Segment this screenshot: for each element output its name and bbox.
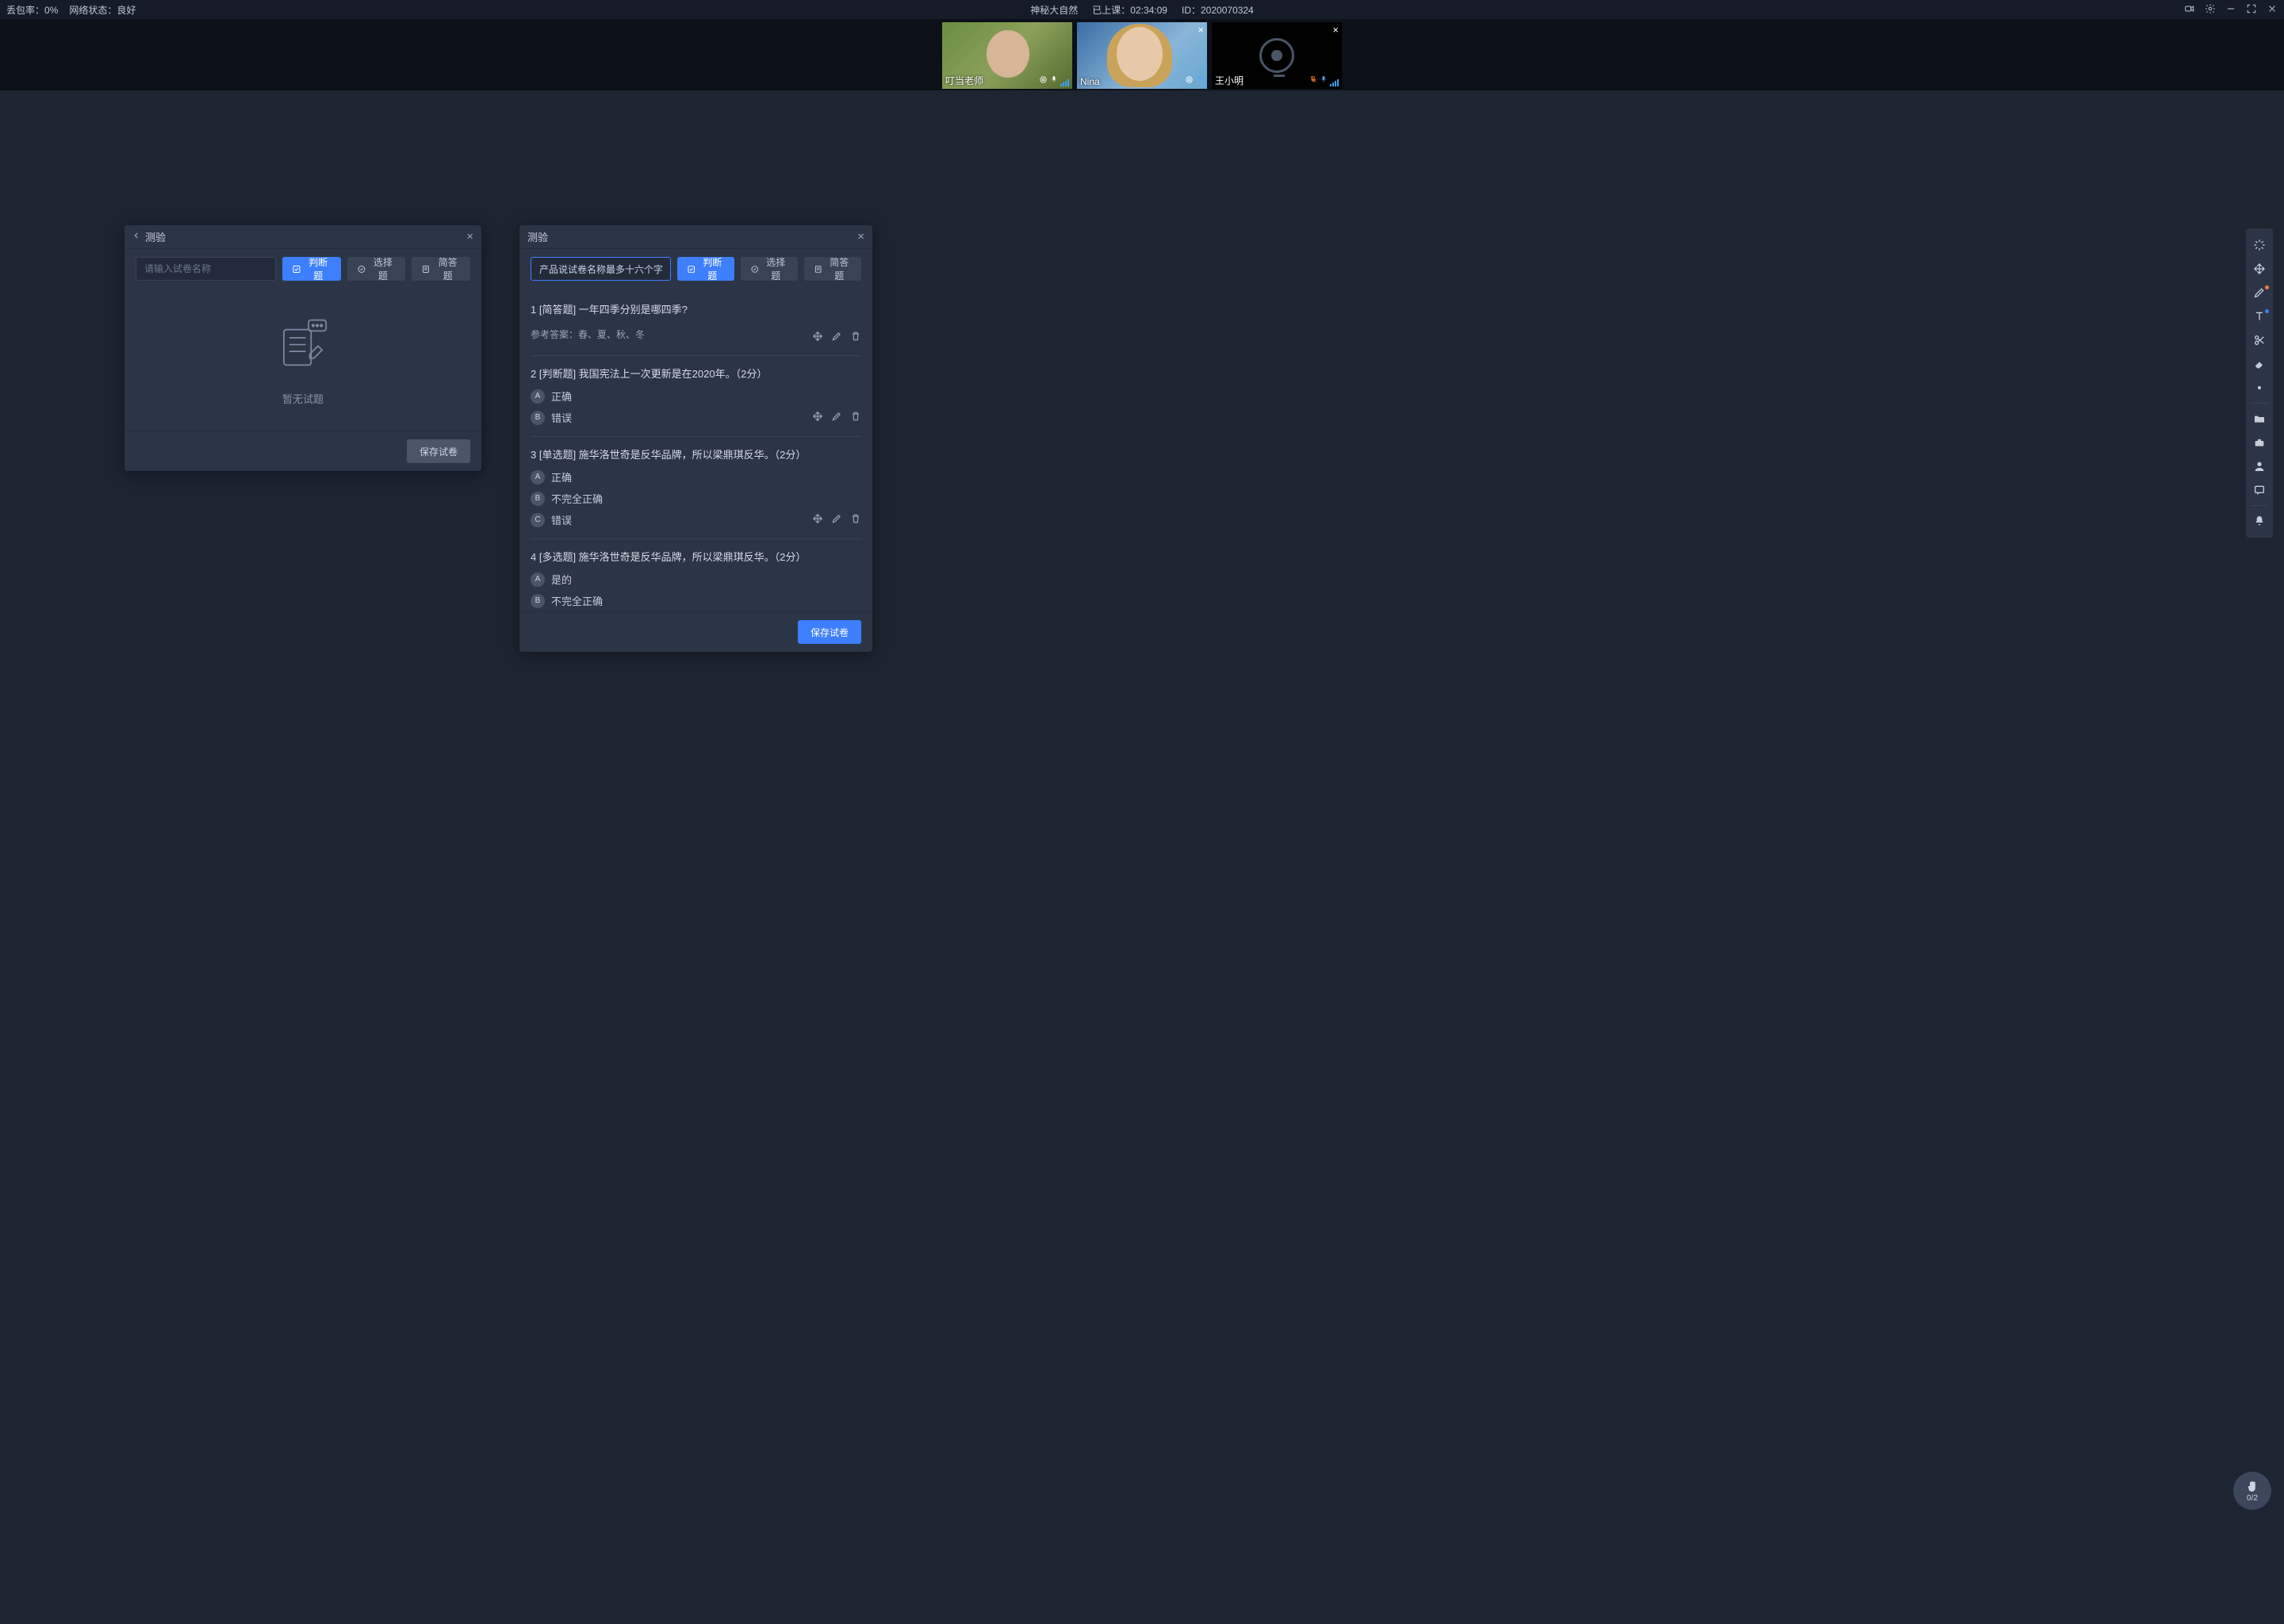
option-text: 错误: [551, 410, 572, 425]
class-id: ID：2020070324: [1182, 3, 1254, 17]
option-row[interactable]: B 不完全正确: [531, 491, 861, 506]
save-quiz-button[interactable]: 保存试卷: [798, 620, 861, 644]
true-false-button[interactable]: 判断题: [677, 257, 734, 281]
pen-tool-icon[interactable]: [2246, 281, 2273, 304]
delete-icon[interactable]: [850, 513, 861, 527]
move-icon[interactable]: [812, 411, 823, 424]
reference-answer: 参考答案：春、夏、秋、冬: [531, 327, 812, 341]
chat-tool-icon[interactable]: [2246, 478, 2273, 502]
camera-off-icon: [1259, 38, 1294, 73]
target-icon: [1185, 75, 1194, 86]
scissors-tool-icon[interactable]: [2246, 328, 2273, 352]
toolbox-tool-icon[interactable]: [2246, 431, 2273, 454]
option-badge: B: [531, 411, 545, 425]
fullscreen-icon[interactable]: [2246, 3, 2257, 17]
quiz-name-input[interactable]: [136, 257, 276, 281]
bell-tool-icon[interactable]: [2246, 509, 2273, 533]
delete-icon[interactable]: [850, 411, 861, 424]
network-status-label: 网络状态：良好: [69, 3, 136, 17]
move-icon[interactable]: [812, 331, 823, 344]
raise-hand-button[interactable]: 0/2: [2233, 1472, 2271, 1510]
choice-button[interactable]: 选择题: [347, 257, 406, 281]
option-text: 正确: [551, 389, 572, 404]
question-head: 4 [多选题] 施华洛世奇是反华品牌，所以梁鼎琪反华。（2分）: [531, 549, 861, 564]
short-answer-button[interactable]: 简答题: [804, 257, 861, 281]
mic-icon: [1320, 75, 1328, 86]
close-window-icon[interactable]: [2267, 3, 2278, 17]
settings-icon[interactable]: [2205, 3, 2216, 17]
video-tile-teacher[interactable]: 叮当老师: [942, 22, 1072, 89]
panel-title: 测验: [527, 229, 857, 244]
mic-icon: [1196, 75, 1204, 86]
video-close-icon[interactable]: ×: [1332, 24, 1339, 36]
eraser-tool-icon[interactable]: [2246, 352, 2273, 376]
hand-icon: [2245, 1480, 2259, 1494]
hand-count: 0/2: [2247, 1494, 2258, 1503]
question-item: 2 [判断题] 我国宪法上一次更新是在2020年。（2分） A 正确 B 错误: [531, 356, 861, 437]
right-toolbar: [2246, 228, 2273, 538]
panel-close-icon[interactable]: ×: [857, 230, 864, 243]
question-head: 3 [单选题] 施华洛世奇是反华品牌，所以梁鼎琪反华。（2分）: [531, 446, 861, 462]
edit-icon[interactable]: [831, 411, 842, 424]
panel-title: 测验: [145, 229, 466, 244]
volume-bars-icon: [1330, 79, 1339, 86]
choice-button[interactable]: 选择题: [741, 257, 798, 281]
video-tile-label: 叮当老师: [945, 74, 983, 87]
move-icon[interactable]: [812, 513, 823, 527]
text-tool-icon[interactable]: [2246, 304, 2273, 328]
video-tile-student[interactable]: × Nina: [1077, 22, 1207, 89]
question-head: 2 [判断题] 我国宪法上一次更新是在2020年。（2分）: [531, 366, 861, 381]
elapsed-time: 已上课：02:34:09: [1092, 3, 1167, 17]
option-row[interactable]: A 正确: [531, 469, 861, 485]
option-row[interactable]: B 错误: [531, 410, 812, 425]
video-close-icon[interactable]: ×: [1198, 24, 1204, 36]
question-item: 4 [多选题] 施华洛世奇是反华品牌，所以梁鼎琪反华。（2分） A 是的 B 不…: [531, 539, 861, 611]
short-answer-button[interactable]: 简答题: [412, 257, 470, 281]
back-icon[interactable]: [132, 231, 140, 243]
option-row[interactable]: C 错误: [531, 512, 812, 527]
video-tile-student-camera-off[interactable]: × 王小明: [1212, 22, 1342, 89]
volume-bars-icon: [1060, 79, 1069, 86]
panel-close-icon[interactable]: ×: [466, 230, 473, 243]
option-badge: A: [531, 389, 545, 404]
move-tool-icon[interactable]: [2246, 257, 2273, 281]
mic-icon: [1050, 75, 1058, 86]
minimize-icon[interactable]: [2225, 3, 2236, 17]
mic-muted-icon: [1309, 75, 1317, 86]
camera-toggle-icon[interactable]: [2184, 3, 2195, 17]
dot-tool-icon[interactable]: [2246, 376, 2273, 400]
delete-icon[interactable]: [850, 331, 861, 344]
quiz-name-input[interactable]: [531, 257, 671, 281]
packet-loss-label: 丢包率：0%: [6, 3, 58, 17]
target-icon: [1039, 75, 1048, 86]
course-title: 神秘大自然: [1030, 3, 1078, 17]
empty-text: 暂无试题: [282, 391, 324, 406]
option-row[interactable]: A 正确: [531, 389, 861, 404]
video-tile-label: Nina: [1080, 76, 1100, 87]
quiz-panel-empty: 测验 × 判断题 选择题 简答题: [125, 225, 481, 471]
question-item: 3 [单选题] 施华洛世奇是反华品牌，所以梁鼎琪反华。（2分） A 正确 B 不…: [531, 437, 861, 539]
empty-quiz-icon: [269, 313, 337, 381]
option-row[interactable]: A 是的: [531, 572, 861, 587]
edit-icon[interactable]: [831, 331, 842, 344]
pointer-tool-icon[interactable]: [2246, 233, 2273, 257]
true-false-button[interactable]: 判断题: [282, 257, 341, 281]
folder-tool-icon[interactable]: [2246, 407, 2273, 431]
top-bar: 丢包率：0% 网络状态：良好 神秘大自然 已上课：02:34:09 ID：202…: [0, 0, 2284, 19]
video-strip: 叮当老师 × Nina × 王小明: [0, 19, 2284, 90]
question-head: 1 [简答题] 一年四季分别是哪四季?: [531, 301, 861, 316]
workspace: 测验 × 判断题 选择题 简答题: [0, 90, 2284, 1624]
question-item: 1 [简答题] 一年四季分别是哪四季? 参考答案：春、夏、秋、冬: [531, 292, 861, 356]
user-tool-icon[interactable]: [2246, 454, 2273, 478]
save-quiz-button[interactable]: 保存试卷: [407, 439, 470, 463]
option-row[interactable]: B 不完全正确: [531, 593, 861, 608]
quiz-panel-populated: 测验 × 判断题 选择题 简答题 1 [简答题] 一年四季分别是哪四季? 参: [519, 225, 872, 652]
edit-icon[interactable]: [831, 513, 842, 527]
video-tile-label: 王小明: [1215, 74, 1244, 87]
question-list[interactable]: 1 [简答题] 一年四季分别是哪四季? 参考答案：春、夏、秋、冬 2 [判断题]…: [519, 289, 872, 611]
